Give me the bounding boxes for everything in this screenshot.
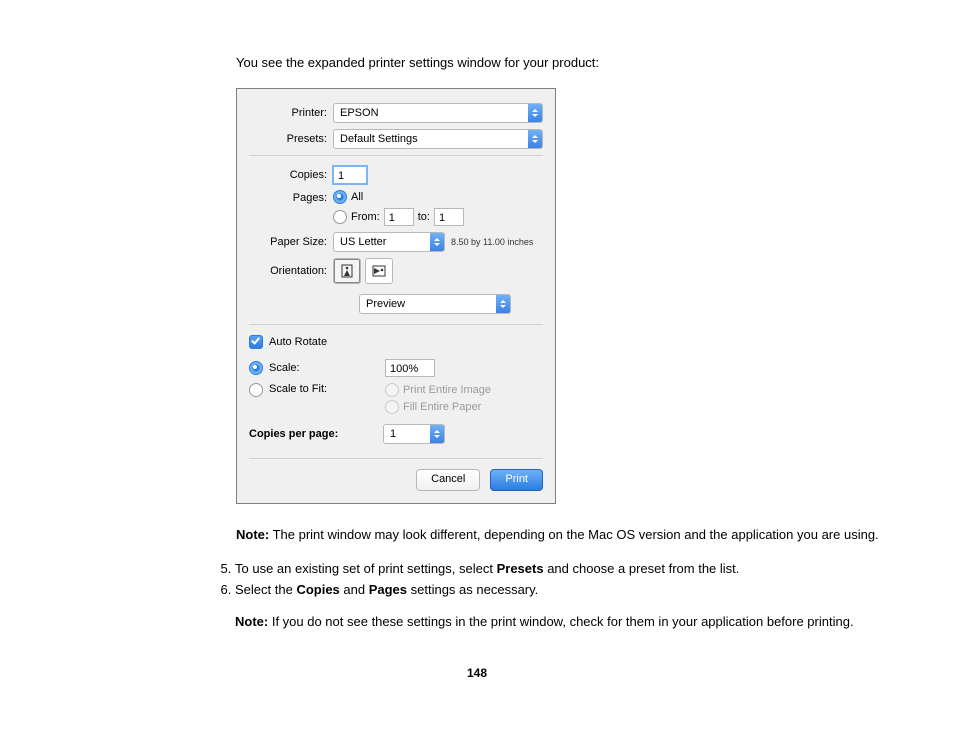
divider: [249, 324, 543, 325]
copies-per-page-label: Copies per page:: [249, 428, 377, 440]
scale-row: Scale: 100%: [249, 359, 543, 377]
page-number: 148: [0, 666, 954, 680]
pages-all-radio[interactable]: [333, 190, 347, 204]
paper-size-label: Paper Size:: [249, 236, 333, 248]
text-bold: Copies: [296, 582, 339, 597]
text: Select the: [235, 582, 296, 597]
auto-rotate-label: Auto Rotate: [269, 336, 327, 348]
scale-input[interactable]: 100%: [385, 359, 435, 377]
copies-row: Copies: 1: [249, 166, 543, 184]
pages-row: Pages: All From: 1 to: 1: [249, 190, 543, 226]
copies-per-page-row: Copies per page: 1: [249, 424, 543, 444]
presets-label: Presets:: [249, 133, 333, 145]
pages-all-label: All: [351, 191, 363, 203]
printer-value: EPSON: [334, 104, 528, 122]
updown-icon: [528, 130, 542, 148]
text: To use an existing set of print settings…: [235, 561, 497, 576]
divider: [249, 458, 543, 459]
scale-label: Scale:: [269, 362, 379, 374]
pages-to-label: to:: [418, 211, 430, 223]
printer-label: Printer:: [249, 107, 333, 119]
pages-from-label: From:: [351, 211, 380, 223]
note-2: Note: If you do not see these settings i…: [235, 613, 935, 631]
copies-per-page-select[interactable]: 1: [383, 424, 445, 444]
note-text: If you do not see these settings in the …: [268, 614, 853, 629]
updown-icon: [528, 104, 542, 122]
text: settings as necessary.: [407, 582, 538, 597]
section-select[interactable]: Preview: [359, 294, 511, 314]
copies-input[interactable]: 1: [333, 166, 367, 184]
auto-rotate-row: Auto Rotate: [249, 335, 543, 349]
auto-rotate-checkbox[interactable]: [249, 335, 263, 349]
scale-to-fit-row: Scale to Fit: Print Entire Image Fill En…: [249, 383, 543, 414]
landscape-icon: [372, 265, 386, 277]
print-entire-label: Print Entire Image: [403, 384, 491, 396]
step-6: Select the Copies and Pages settings as …: [235, 581, 935, 630]
presets-row: Presets: Default Settings: [249, 129, 543, 149]
divider: [249, 155, 543, 156]
text-bold: Pages: [369, 582, 407, 597]
section-value: Preview: [360, 295, 496, 313]
portrait-icon: [341, 264, 353, 278]
pages-to-input[interactable]: 1: [434, 208, 464, 226]
paper-dimensions: 8.50 by 11.00 inches: [451, 237, 533, 247]
pages-from-radio[interactable]: [333, 210, 347, 224]
cancel-button[interactable]: Cancel: [416, 469, 480, 491]
paper-size-value: US Letter: [334, 233, 430, 251]
scale-radio[interactable]: [249, 361, 263, 375]
paper-size-row: Paper Size: US Letter 8.50 by 11.00 inch…: [249, 232, 543, 252]
copies-label: Copies:: [249, 169, 333, 181]
fill-entire-radio: [385, 400, 399, 414]
orientation-landscape-button[interactable]: [365, 258, 393, 284]
copies-per-page-value: 1: [384, 425, 430, 443]
document-page: You see the expanded printer settings wi…: [0, 0, 954, 720]
printer-row: Printer: EPSON: [249, 103, 543, 123]
print-button[interactable]: Print: [490, 469, 543, 491]
dialog-footer: Cancel Print: [249, 469, 543, 491]
text: and choose a preset from the list.: [544, 561, 740, 576]
presets-select[interactable]: Default Settings: [333, 129, 543, 149]
intro-text: You see the expanded printer settings wi…: [236, 55, 954, 70]
fill-entire-label: Fill Entire Paper: [403, 401, 481, 413]
text: and: [340, 582, 369, 597]
note-prefix: Note:: [236, 527, 269, 542]
updown-icon: [430, 425, 444, 443]
step-5: To use an existing set of print settings…: [235, 560, 935, 578]
paper-size-select[interactable]: US Letter: [333, 232, 445, 252]
presets-value: Default Settings: [334, 130, 528, 148]
note-text: The print window may look different, dep…: [269, 527, 878, 542]
orientation-row: Orientation:: [249, 258, 543, 284]
section-row: Preview: [249, 294, 543, 314]
pages-label: Pages:: [249, 190, 333, 204]
updown-icon: [430, 233, 444, 251]
orientation-portrait-button[interactable]: [333, 258, 361, 284]
pages-from-input[interactable]: 1: [384, 208, 414, 226]
printer-select[interactable]: EPSON: [333, 103, 543, 123]
note-prefix: Note:: [235, 614, 268, 629]
print-entire-radio: [385, 383, 399, 397]
text-bold: Presets: [497, 561, 544, 576]
steps-list: To use an existing set of print settings…: [195, 560, 935, 631]
scale-to-fit-radio[interactable]: [249, 383, 263, 397]
updown-icon: [496, 295, 510, 313]
orientation-label: Orientation:: [249, 265, 333, 277]
note-1: Note: The print window may look differen…: [236, 526, 936, 544]
scale-to-fit-label: Scale to Fit:: [269, 383, 379, 395]
print-dialog: Printer: EPSON Presets: Default Settings…: [236, 88, 556, 504]
